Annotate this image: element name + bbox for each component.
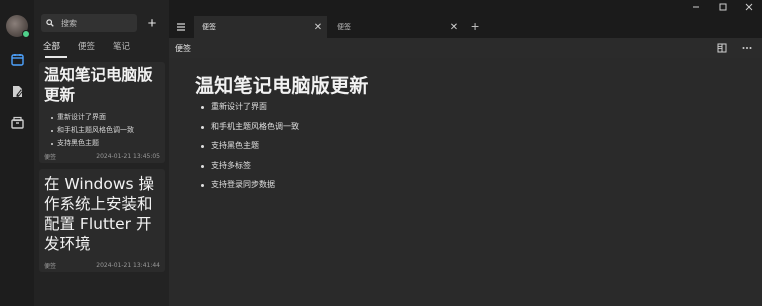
more-icon[interactable] (741, 42, 753, 54)
archive-icon[interactable] (9, 114, 25, 130)
document-list-item[interactable]: 支持黑色主题 (201, 140, 299, 160)
nav-rail (0, 0, 34, 306)
note-list-panel: 搜索 + 全部 便签 笔记 温知笔记电脑版更新 重新设计了界面 和手机主题风格色… (34, 0, 169, 306)
maximize-icon[interactable] (716, 0, 730, 14)
document-list-item[interactable]: 支持多标签 (201, 160, 299, 180)
filter-tab-memo[interactable]: 便签 (78, 40, 113, 58)
document-list-item[interactable]: 和手机主题风格色调一致 (201, 121, 299, 141)
add-note-button[interactable]: + (144, 14, 160, 32)
note-card-timestamp: 2024-01-21 13:45:05 (96, 153, 160, 160)
document-title[interactable]: 温知笔记电脑版更新 (195, 71, 369, 98)
note-card-preview-item: 重新设计了界面 (51, 111, 165, 124)
online-status-dot (22, 30, 30, 38)
avatar[interactable] (6, 15, 30, 38)
note-card[interactable]: 温知笔记电脑版更新 重新设计了界面 和手机主题风格色调一致 支持黑色主题 便签 … (39, 62, 165, 163)
note-card-title: 在 Windows 操作系统上安装和配置 Flutter 开发环境 (44, 175, 155, 253)
new-tab-button[interactable]: + (471, 18, 479, 34)
minimize-icon[interactable] (689, 0, 703, 14)
tab-memo[interactable]: 便签 ✕ (329, 16, 463, 38)
search-icon (46, 19, 54, 27)
note-card-category: 便签 (44, 263, 57, 270)
tab-close-button[interactable]: ✕ (313, 21, 323, 33)
note-editor[interactable]: 温知笔记电脑版更新 重新设计了界面 和手机主题风格色调一致 支持黑色主题 支持多… (169, 58, 762, 306)
document-list-item[interactable]: 支持登录同步数据 (201, 179, 299, 199)
document-list: 重新设计了界面 和手机主题风格色调一致 支持黑色主题 支持多标签 支持登录同步数… (201, 101, 299, 199)
note-card[interactable]: 在 Windows 操作系统上安装和配置 Flutter 开发环境 便签 202… (39, 169, 165, 272)
tab-memo[interactable]: 便签 ✕ (194, 16, 327, 38)
calendar-icon[interactable] (9, 51, 25, 67)
note-card-title: 温知笔记电脑版更新 (44, 66, 153, 104)
close-icon[interactable] (742, 0, 756, 14)
note-card-preview-item: 和手机主题风格色调一致 (51, 124, 165, 137)
search-input[interactable]: 搜索 (41, 14, 137, 32)
filter-tab-all[interactable]: 全部 (43, 40, 78, 58)
note-card-category: 便签 (44, 154, 57, 161)
note-card-preview: 重新设计了界面 和手机主题风格色调一致 支持黑色主题 (39, 105, 165, 150)
filter-tab-notes[interactable]: 笔记 (113, 40, 148, 58)
note-card-footer: 便签 2024-01-21 13:45:05 (39, 150, 165, 163)
tab-bar: 便签 ✕ 便签 ✕ + (169, 14, 762, 38)
note-card-preview-item: 支持黑色主题 (51, 137, 165, 150)
note-card-footer: 便签 2024-01-21 13:41:44 (39, 259, 165, 272)
note-card-timestamp: 2024-01-21 13:41:44 (96, 262, 160, 269)
edit-note-icon[interactable] (9, 83, 25, 99)
note-category-label: 便签 (175, 44, 191, 53)
tab-label: 便签 (202, 23, 216, 31)
menu-icon[interactable] (174, 19, 188, 33)
document-list-item[interactable]: 重新设计了界面 (201, 101, 299, 121)
tab-label: 便签 (337, 23, 351, 31)
editor-toolbar: 便签 (169, 38, 762, 58)
split-view-icon[interactable] (716, 42, 728, 54)
tab-close-button[interactable]: ✕ (449, 21, 459, 33)
search-placeholder: 搜索 (61, 18, 77, 28)
filter-tabs: 全部 便签 笔记 (43, 40, 148, 58)
